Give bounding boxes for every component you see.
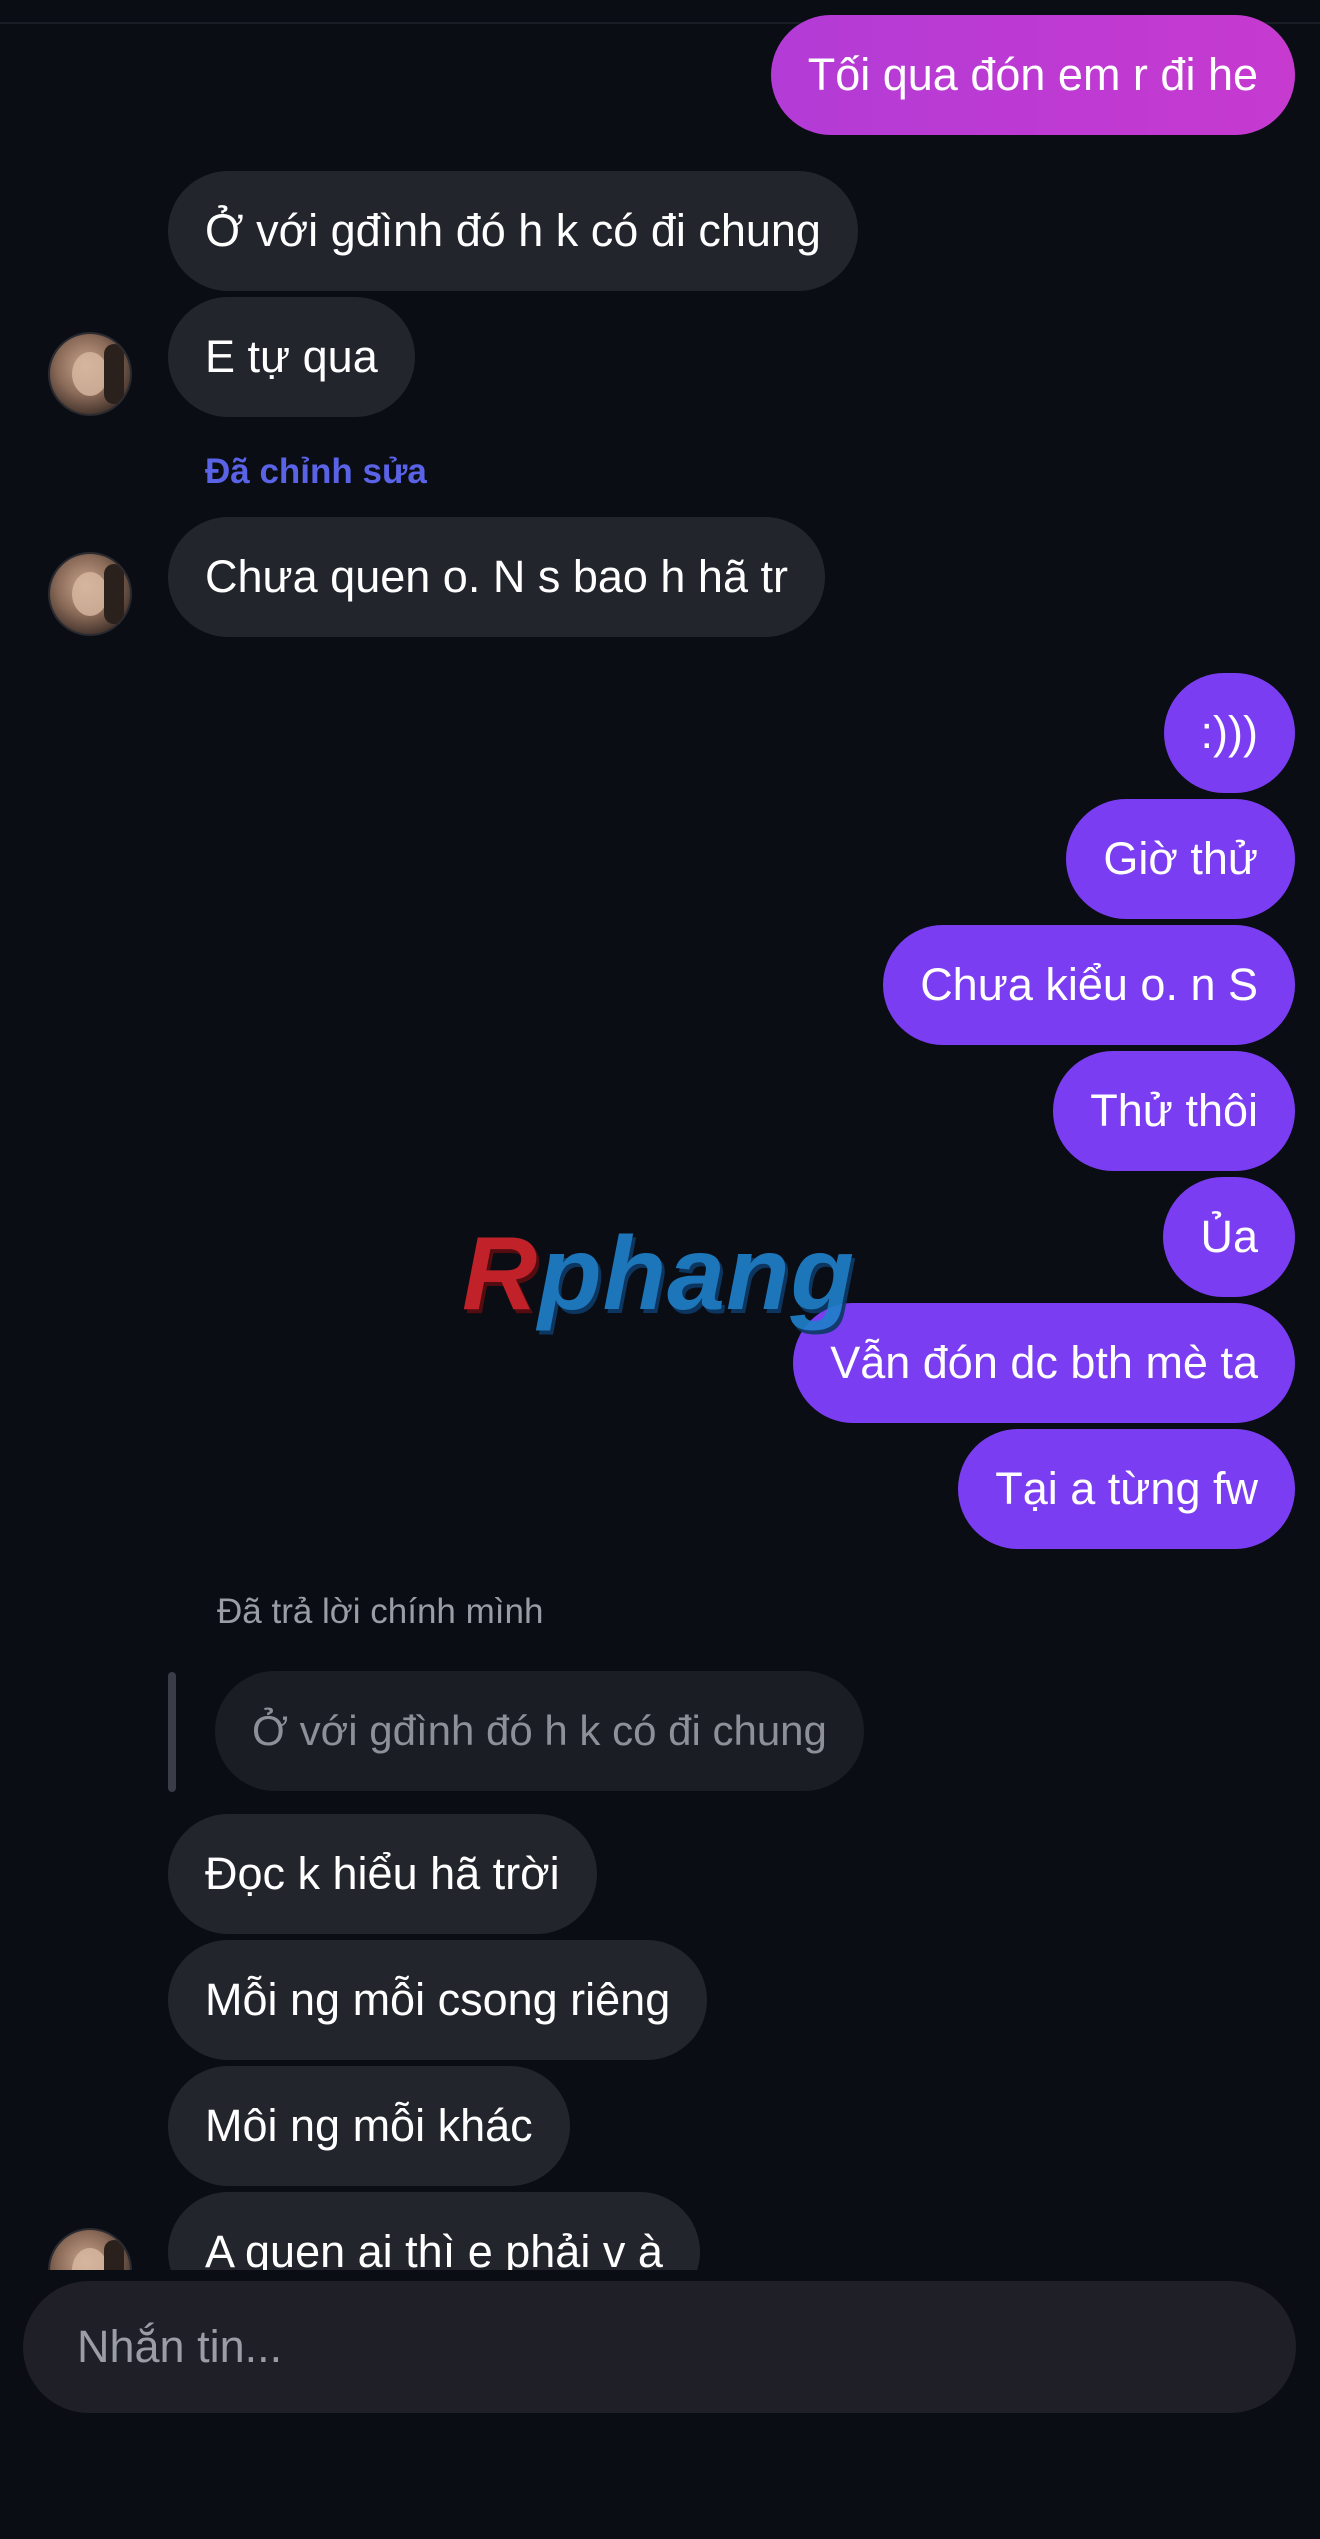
outgoing-message[interactable]: Ủa: [1163, 1177, 1295, 1297]
reply-label: Đã trả lời chính mình: [217, 1592, 544, 1631]
message-composer[interactable]: [23, 2281, 1296, 2413]
watermark-initial: R: [462, 1216, 539, 1332]
outgoing-message[interactable]: Vẫn đón dc bth mè ta: [793, 1303, 1295, 1423]
outgoing-message[interactable]: Thử thôi: [1053, 1051, 1295, 1171]
outgoing-message[interactable]: Giờ thử: [1066, 799, 1295, 919]
incoming-message[interactable]: Môi ng mỗi khác: [168, 2066, 570, 2186]
outgoing-message[interactable]: Tối qua đón em r đi he: [770, 15, 1295, 135]
outgoing-message[interactable]: Chưa kiểu o. n S: [883, 925, 1295, 1045]
watermark-logo: Rphang: [462, 1215, 855, 1334]
incoming-message[interactable]: Đọc k hiểu hã trời: [168, 1814, 597, 1934]
incoming-message[interactable]: E tự qua: [168, 297, 415, 417]
incoming-message[interactable]: Chưa quen o. N s bao h hã tr: [168, 517, 825, 637]
incoming-message[interactable]: Ở với gđình đó h k có đi chung: [168, 171, 858, 291]
incoming-message[interactable]: Mỗi ng mỗi csong riêng: [168, 1940, 708, 2060]
outgoing-message[interactable]: :))): [1163, 673, 1295, 793]
edited-label: Đã chỉnh sửa: [205, 452, 427, 491]
message-input[interactable]: [75, 2320, 1229, 2374]
quoted-message[interactable]: Ở với gđình đó h k có đi chung: [215, 1671, 864, 1791]
watermark-text: phang: [538, 1216, 856, 1332]
contact-avatar[interactable]: [48, 332, 132, 416]
chat-screen: Tối qua đón em r đi he Ở với gđình đó h …: [0, 0, 1320, 2539]
contact-avatar[interactable]: [48, 552, 132, 636]
outgoing-message[interactable]: Tại a từng fw: [958, 1429, 1295, 1549]
reply-indicator-bar: [168, 1672, 176, 1792]
